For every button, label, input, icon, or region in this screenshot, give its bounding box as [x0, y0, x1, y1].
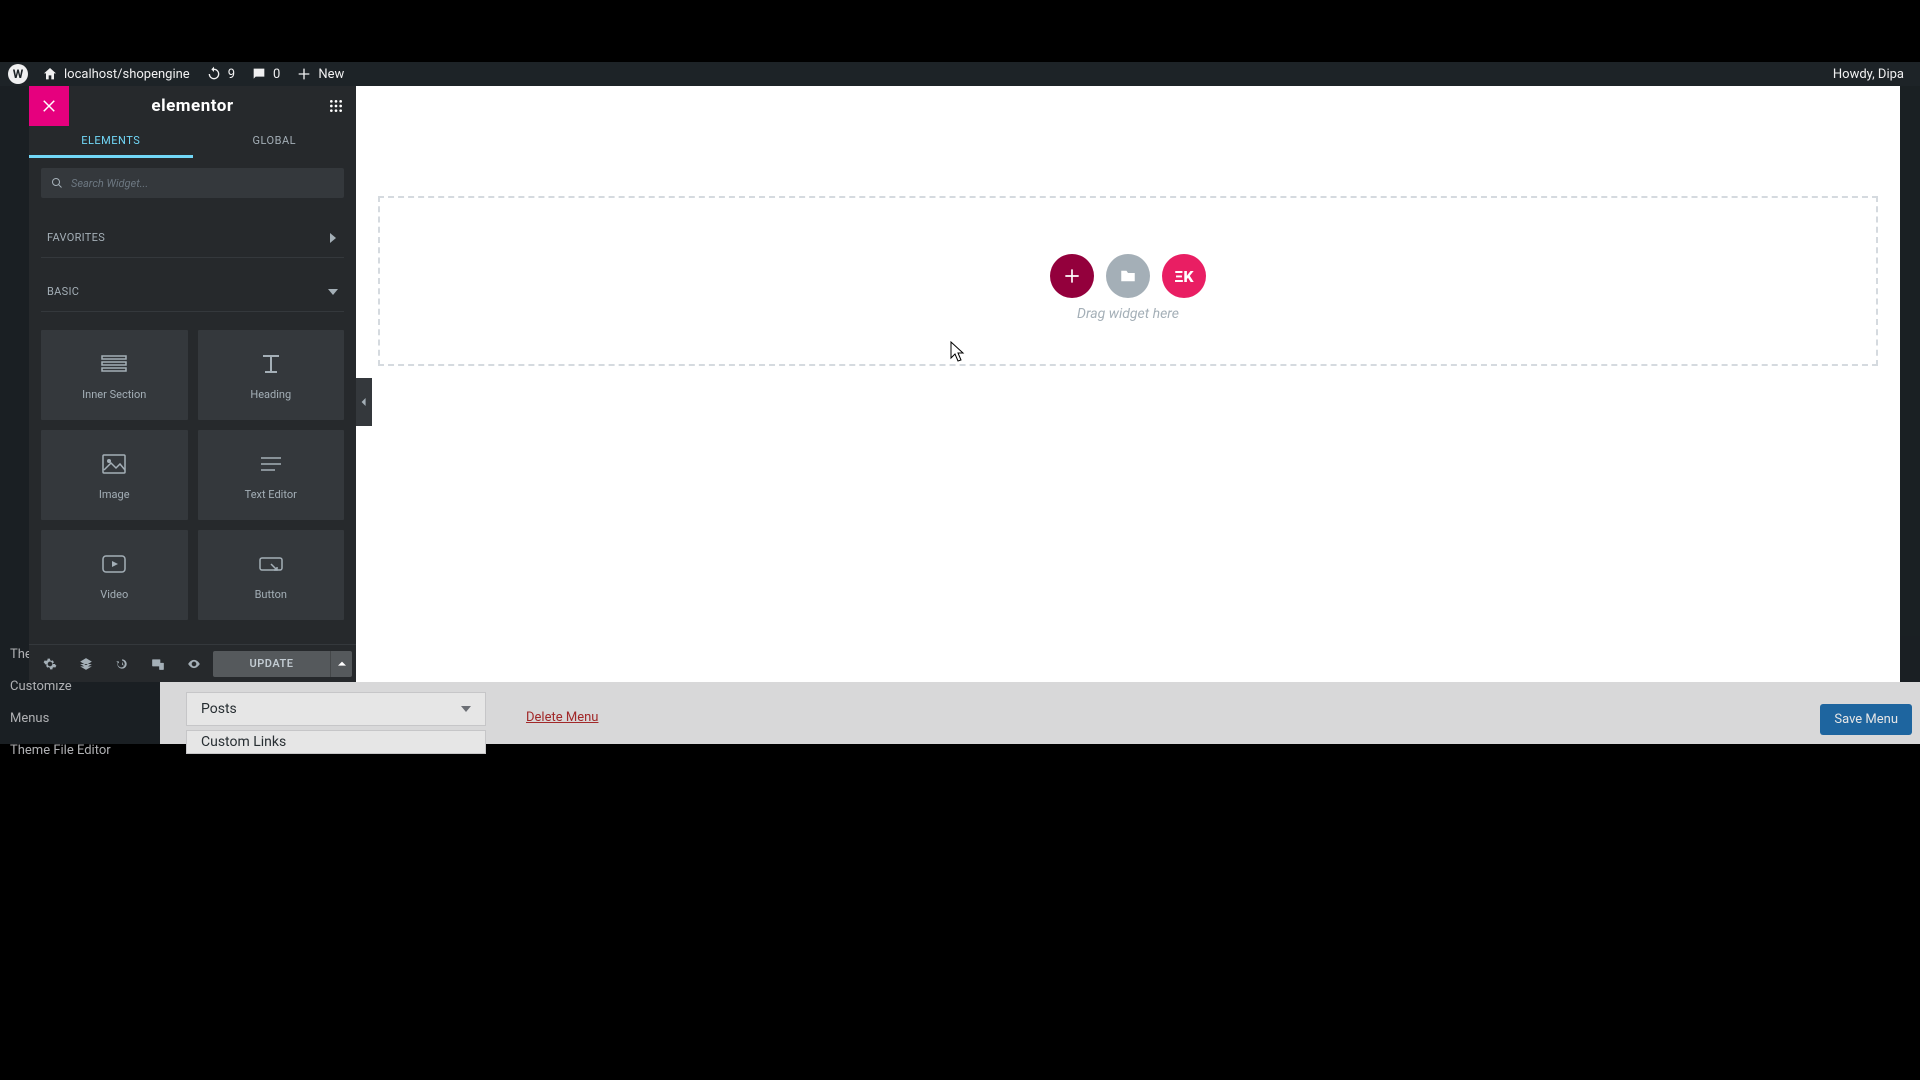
panel-menu-button[interactable] — [316, 86, 356, 126]
wp-menu-theme-file-editor[interactable]: Theme File Editor — [0, 734, 121, 766]
widget-label: Video — [100, 588, 128, 601]
wordpress-logo-icon[interactable]: W — [8, 64, 28, 84]
category-favorites[interactable]: FAVORITES — [41, 218, 344, 258]
video-icon — [100, 550, 128, 578]
update-button-group: UPDATE — [213, 651, 352, 677]
ek-icon: ΞK — [1174, 267, 1193, 286]
wp-admin-content: Posts Custom Links Delete Menu Save Menu — [160, 682, 1920, 744]
comment-icon — [251, 66, 267, 82]
widget-video[interactable]: Video — [41, 530, 188, 620]
update-button[interactable]: UPDATE — [213, 651, 330, 677]
text-editor-icon — [257, 450, 285, 478]
tab-global[interactable]: GLOBAL — [193, 126, 357, 158]
widget-grid: Inner Section Heading Image Text Editor … — [41, 330, 344, 620]
image-icon — [100, 450, 128, 478]
inner-section-icon — [100, 350, 128, 378]
home-icon — [42, 66, 58, 82]
plus-icon — [1062, 266, 1082, 286]
widget-label: Button — [255, 588, 287, 601]
responsive-button[interactable] — [141, 649, 175, 679]
category-basic[interactable]: BASIC — [41, 272, 344, 312]
eye-icon — [187, 657, 201, 671]
search-icon — [51, 177, 63, 189]
custom-links-accordion[interactable]: Custom Links — [186, 730, 486, 754]
widget-label: Text Editor — [245, 488, 297, 501]
new-label: New — [318, 67, 344, 82]
widget-label: Inner Section — [82, 388, 146, 401]
panel-footer: UPDATE — [29, 644, 356, 682]
howdy-link[interactable]: Howdy, Dipa — [1825, 62, 1912, 86]
search-input[interactable] — [71, 177, 334, 190]
chevron-right-icon — [328, 233, 338, 243]
comments-link[interactable]: 0 — [243, 62, 288, 86]
new-link[interactable]: New — [288, 62, 352, 86]
updates-link[interactable]: 9 — [198, 62, 243, 86]
custom-links-label: Custom Links — [201, 734, 286, 750]
plus-icon — [296, 66, 312, 82]
chevron-left-icon — [360, 397, 368, 407]
navigator-button[interactable] — [69, 649, 103, 679]
elementor-panel: elementor ELEMENTS GLOBAL FAVORITES BASI… — [29, 86, 356, 682]
comments-count: 0 — [273, 67, 280, 82]
favorites-label: FAVORITES — [47, 231, 105, 244]
panel-header: elementor — [29, 86, 356, 126]
elementskit-button[interactable]: ΞK — [1162, 254, 1206, 298]
caret-up-icon — [338, 660, 346, 668]
template-library-button[interactable] — [1106, 254, 1150, 298]
folder-icon — [1119, 267, 1137, 285]
close-editor-button[interactable] — [29, 86, 69, 126]
delete-menu-link[interactable]: Delete Menu — [526, 710, 598, 725]
drop-area[interactable]: ΞK Drag widget here — [378, 196, 1878, 366]
posts-accordion[interactable]: Posts — [186, 692, 486, 726]
gear-icon — [43, 657, 57, 671]
updates-count: 9 — [228, 67, 235, 82]
search-wrap — [41, 168, 344, 198]
grid-icon — [328, 98, 344, 114]
history-button[interactable] — [105, 649, 139, 679]
add-section-button[interactable] — [1050, 254, 1094, 298]
panel-tabs: ELEMENTS GLOBAL — [29, 126, 356, 158]
drop-text: Drag widget here — [1077, 306, 1179, 322]
chevron-down-icon — [328, 287, 338, 297]
heading-icon — [257, 350, 285, 378]
responsive-icon — [151, 657, 165, 671]
refresh-icon — [206, 66, 222, 82]
site-link[interactable]: localhost/shopengine — [34, 62, 198, 86]
howdy-text: Howdy, Dipa — [1833, 67, 1904, 82]
tab-elements[interactable]: ELEMENTS — [29, 126, 193, 158]
panel-collapse-button[interactable] — [356, 378, 372, 426]
button-icon — [257, 550, 285, 578]
panel-body: FAVORITES BASIC Inner Section Heading — [29, 158, 356, 644]
widget-heading[interactable]: Heading — [198, 330, 345, 420]
site-name: localhost/shopengine — [64, 67, 190, 82]
wp-admin-bar: W localhost/shopengine 9 0 New Howdy, Di… — [0, 62, 1920, 86]
widget-label: Image — [99, 488, 130, 501]
history-icon — [115, 657, 129, 671]
widget-label: Heading — [250, 388, 291, 401]
preview-button[interactable] — [177, 649, 211, 679]
update-options-button[interactable] — [330, 651, 352, 677]
widget-image[interactable]: Image — [41, 430, 188, 520]
widget-inner-section[interactable]: Inner Section — [41, 330, 188, 420]
close-icon — [40, 97, 58, 115]
save-menu-button[interactable]: Save Menu — [1820, 704, 1912, 735]
posts-label: Posts — [201, 701, 237, 717]
wp-menu-menus[interactable]: Menus — [0, 702, 59, 734]
widget-text-editor[interactable]: Text Editor — [198, 430, 345, 520]
settings-button[interactable] — [33, 649, 67, 679]
widget-button[interactable]: Button — [198, 530, 345, 620]
chevron-down-icon — [461, 704, 471, 714]
panel-title: elementor — [69, 96, 316, 116]
editor-canvas[interactable]: ΞK Drag widget here — [356, 86, 1900, 682]
basic-label: BASIC — [47, 285, 79, 298]
layers-icon — [79, 657, 93, 671]
